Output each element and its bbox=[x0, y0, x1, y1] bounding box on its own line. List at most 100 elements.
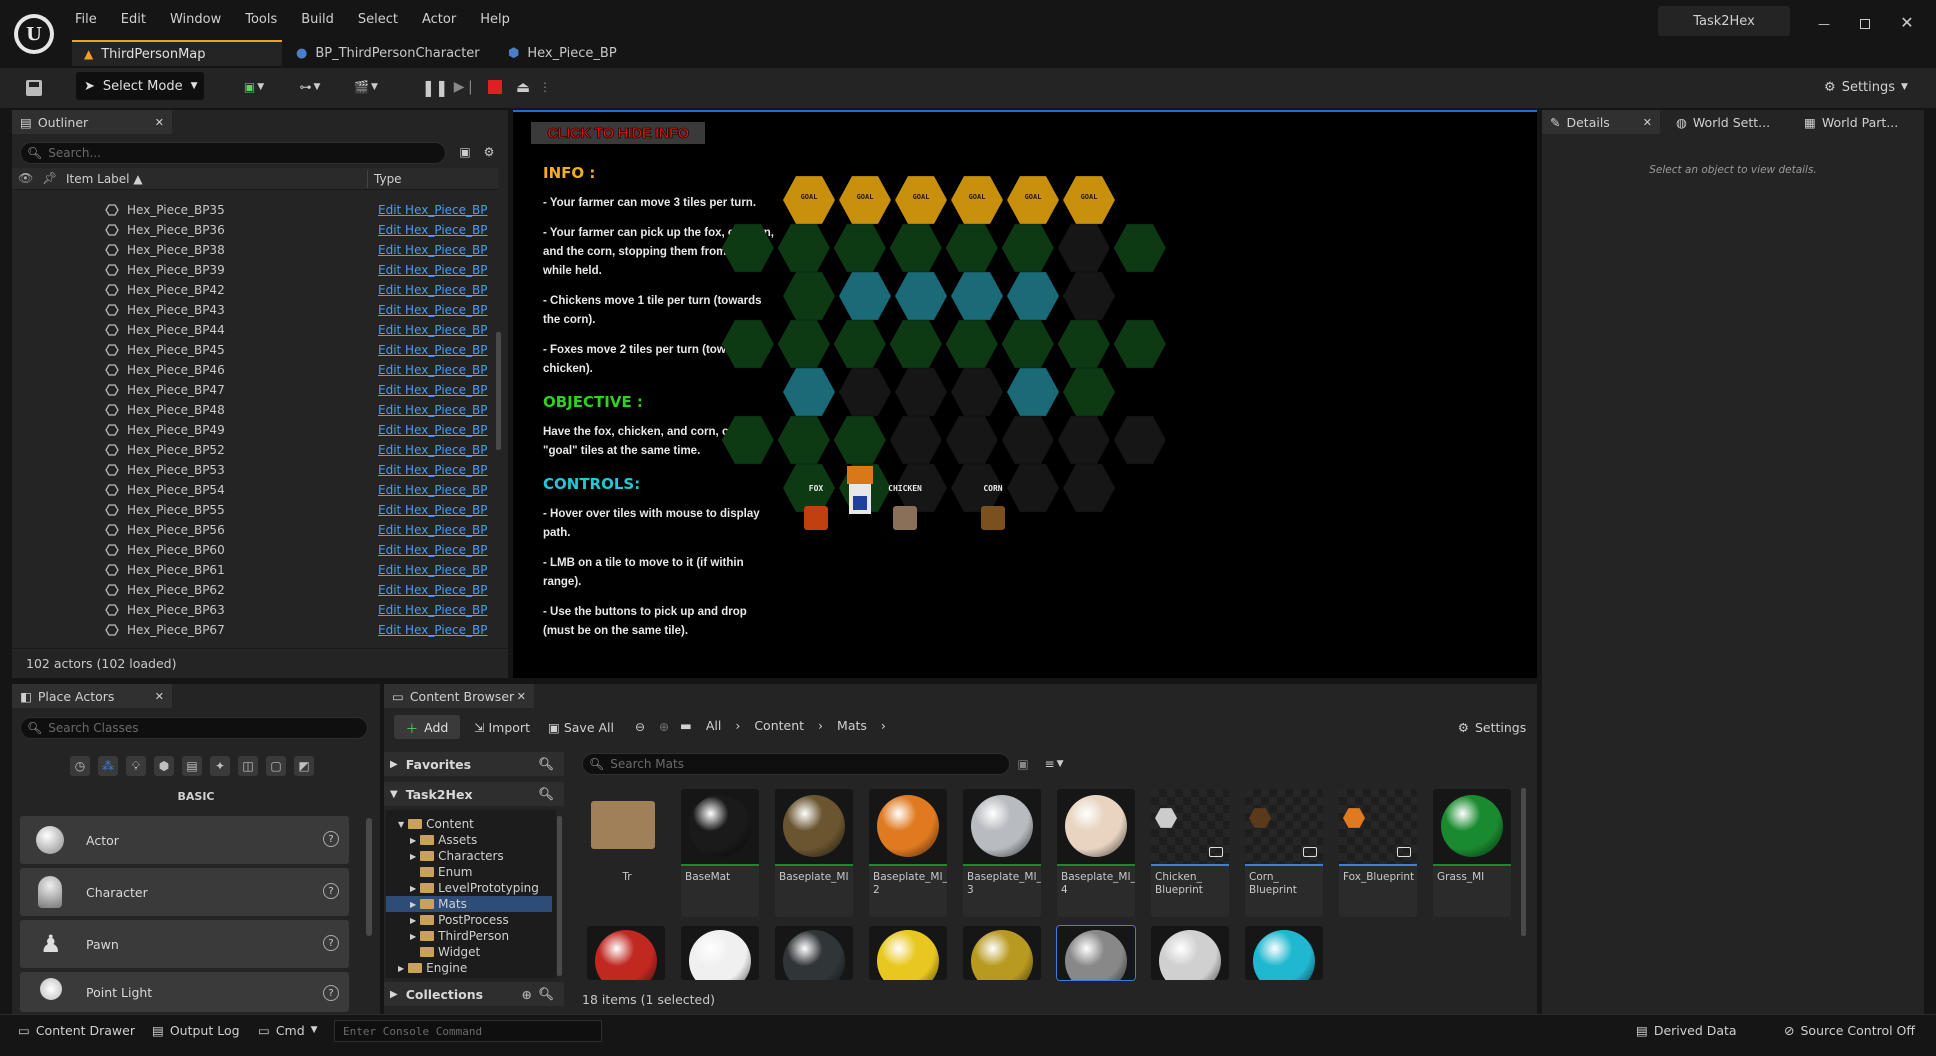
grass-tile[interactable] bbox=[889, 320, 942, 368]
outliner-row[interactable]: Hex_Piece_BP67 Edit Hex_Piece_BP bbox=[12, 620, 497, 640]
save-search-button[interactable]: ▣ bbox=[1014, 755, 1032, 773]
farmer-sprite[interactable] bbox=[845, 466, 875, 528]
type-link[interactable]: Edit Hex_Piece_BP bbox=[378, 543, 488, 557]
shapes-icon[interactable]: ⬢ bbox=[154, 756, 174, 776]
outliner-row[interactable]: Hex_Piece_BP48 Edit Hex_Piece_BP bbox=[12, 400, 497, 420]
outliner-row[interactable]: Hex_Piece_BP63 Edit Hex_Piece_BP bbox=[12, 600, 497, 620]
type-link[interactable]: Edit Hex_Piece_BP bbox=[378, 623, 488, 637]
menu-tools[interactable]: Tools bbox=[245, 12, 277, 27]
world-partition-tab[interactable]: ▦ World Part... bbox=[1800, 110, 1920, 134]
type-link[interactable]: Edit Hex_Piece_BP bbox=[378, 563, 488, 577]
outliner-row[interactable]: Hex_Piece_BP45 Edit Hex_Piece_BP bbox=[12, 340, 497, 360]
tree-enum[interactable]: Enum bbox=[420, 864, 472, 880]
asset-tile[interactable] bbox=[1245, 926, 1323, 980]
type-link[interactable]: Edit Hex_Piece_BP bbox=[378, 383, 488, 397]
empty-tile[interactable] bbox=[839, 368, 891, 416]
menu-help[interactable]: Help bbox=[480, 12, 510, 27]
tree-assets[interactable]: ▶ Assets bbox=[410, 832, 477, 848]
type-link[interactable]: Edit Hex_Piece_BP bbox=[378, 323, 488, 337]
type-link[interactable]: Edit Hex_Piece_BP bbox=[378, 483, 488, 497]
eject-button[interactable]: ⏏ bbox=[510, 74, 536, 100]
asset-tile[interactable]: Corn_ Blueprint bbox=[1245, 789, 1323, 917]
close-icon[interactable]: ✕ bbox=[1643, 116, 1652, 129]
asset-tile[interactable]: Baseplate_MI_ 4 bbox=[1057, 789, 1135, 917]
add-actor-button[interactable]: ▣ ▼ bbox=[234, 74, 274, 100]
grass-tile[interactable] bbox=[833, 416, 886, 464]
world-settings-tab[interactable]: ◍ World Sett... bbox=[1672, 110, 1792, 134]
menu-file[interactable]: File bbox=[75, 12, 97, 27]
tree-levelprototyping[interactable]: ▶ LevelPrototyping bbox=[410, 880, 539, 896]
cmd-dropdown[interactable]: ▭ Cmd ▼ bbox=[258, 1016, 318, 1044]
water-tile[interactable] bbox=[1007, 272, 1059, 320]
empty-tile[interactable] bbox=[1063, 464, 1115, 512]
grass-tile[interactable] bbox=[783, 272, 835, 320]
outliner-scrollbar[interactable] bbox=[496, 332, 501, 450]
tree-thirdperson[interactable]: ▶ ThirdPerson bbox=[410, 928, 509, 944]
close-icon[interactable]: ✕ bbox=[155, 116, 164, 129]
search-icon[interactable]: 🔍︎ bbox=[538, 756, 554, 772]
goal-tile[interactable]: GOAL bbox=[1007, 176, 1059, 224]
minimize-button[interactable]: — bbox=[1812, 12, 1836, 36]
water-tile[interactable] bbox=[839, 272, 891, 320]
asset-tile[interactable] bbox=[587, 926, 665, 980]
asset-tile[interactable]: Baseplate_MI_ 3 bbox=[963, 789, 1041, 917]
fox-sprite[interactable] bbox=[804, 506, 828, 530]
type-link[interactable]: Edit Hex_Piece_BP bbox=[378, 283, 488, 297]
menu-edit[interactable]: Edit bbox=[121, 12, 146, 27]
pin-icon[interactable]: 📌︎ bbox=[42, 171, 57, 185]
grass-tile[interactable] bbox=[1113, 224, 1166, 272]
goal-tile[interactable]: GOAL bbox=[839, 176, 891, 224]
empty-tile[interactable] bbox=[945, 416, 998, 464]
asset-tile[interactable] bbox=[869, 926, 947, 980]
favorites-header[interactable]: ▶ Favorites 🔍︎ bbox=[384, 752, 564, 776]
empty-tile[interactable] bbox=[895, 368, 947, 416]
close-icon[interactable]: ✕ bbox=[517, 690, 526, 703]
cinematics-button[interactable]: 🎬 ▼ bbox=[346, 74, 386, 100]
outliner-row[interactable]: Hex_Piece_BP43 Edit Hex_Piece_BP bbox=[12, 300, 497, 320]
menu-window[interactable]: Window bbox=[170, 12, 221, 27]
add-folder-button[interactable]: ▣ bbox=[456, 143, 474, 161]
water-tile[interactable] bbox=[783, 368, 835, 416]
all-classes-icon[interactable]: ◩ bbox=[294, 756, 314, 776]
corn-sprite[interactable] bbox=[981, 506, 1005, 530]
asset-tile[interactable]: Chicken_ Blueprint bbox=[1151, 789, 1229, 917]
col-item-label[interactable]: Item Label ▲ bbox=[66, 172, 143, 186]
tree-content[interactable]: ▼ Content bbox=[398, 816, 474, 832]
tree-engine[interactable]: ▶ Engine bbox=[398, 960, 467, 976]
asset-tile[interactable] bbox=[963, 926, 1041, 980]
play-options-button[interactable]: ⋮ bbox=[538, 74, 552, 100]
breadcrumb-mats[interactable]: Mats bbox=[837, 718, 867, 733]
details-tab[interactable]: ✎ Details ✕ bbox=[1542, 110, 1660, 134]
lights-icon[interactable]: 💡︎ bbox=[126, 756, 146, 776]
outliner-row[interactable]: Hex_Piece_BP36 Edit Hex_Piece_BP bbox=[12, 220, 497, 240]
type-link[interactable]: Edit Hex_Piece_BP bbox=[378, 463, 488, 477]
asset-tile[interactable]: Grass_MI bbox=[1433, 789, 1511, 917]
visual-effects-icon[interactable]: ✦ bbox=[210, 756, 230, 776]
help-icon[interactable]: ? bbox=[323, 935, 339, 951]
folder-asset[interactable]: Tr bbox=[587, 789, 665, 917]
place-point-light-item[interactable]: Point Light? bbox=[20, 972, 349, 1012]
outliner-row[interactable]: Hex_Piece_BP49 Edit Hex_Piece_BP bbox=[12, 420, 497, 440]
grass-tile[interactable] bbox=[1063, 368, 1115, 416]
grass-tile[interactable] bbox=[889, 224, 942, 272]
search-mats-input[interactable]: 🔍︎ Search Mats bbox=[582, 753, 1010, 775]
tree-characters[interactable]: ▶ Characters bbox=[410, 848, 504, 864]
filter-button[interactable]: ≡ ▼ bbox=[1036, 755, 1072, 773]
menu-select[interactable]: Select bbox=[358, 12, 398, 27]
search-icon[interactable]: 🔍︎ bbox=[538, 986, 554, 1002]
type-link[interactable]: Edit Hex_Piece_BP bbox=[378, 243, 488, 257]
grass-tile[interactable] bbox=[1057, 320, 1110, 368]
grass-tile[interactable] bbox=[777, 320, 830, 368]
goal-tile[interactable]: GOAL bbox=[783, 176, 835, 224]
output-log-button[interactable]: ▤ Output Log bbox=[152, 1016, 240, 1044]
tree-postprocess[interactable]: ▶ PostProcess bbox=[410, 912, 509, 928]
type-link[interactable]: Edit Hex_Piece_BP bbox=[378, 203, 488, 217]
outliner-row[interactable]: Hex_Piece_BP62 Edit Hex_Piece_BP bbox=[12, 580, 497, 600]
close-icon[interactable]: ✕ bbox=[155, 690, 164, 703]
place-character-item[interactable]: Character? bbox=[20, 868, 349, 916]
col-type[interactable]: Type bbox=[374, 172, 402, 186]
grass-tile[interactable] bbox=[721, 320, 774, 368]
empty-tile[interactable] bbox=[1057, 224, 1110, 272]
type-link[interactable]: Edit Hex_Piece_BP bbox=[378, 603, 488, 617]
type-link[interactable]: Edit Hex_Piece_BP bbox=[378, 263, 488, 277]
